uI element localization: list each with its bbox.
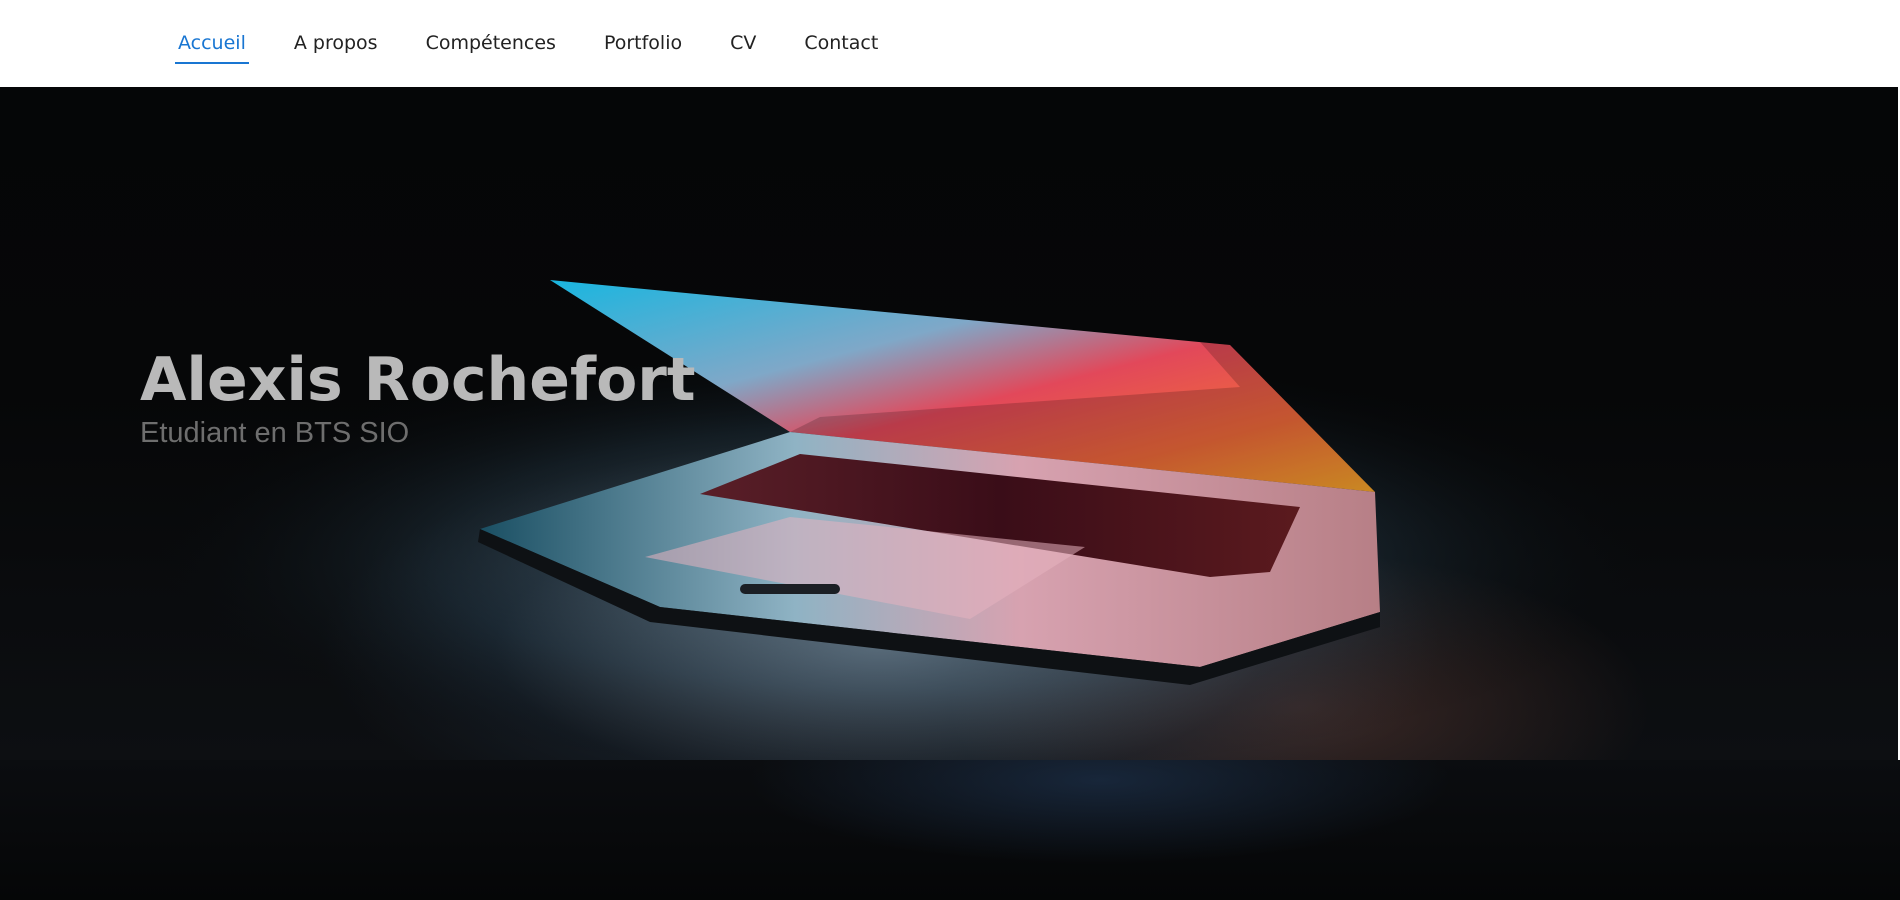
nav-link-competences[interactable]: Compétences [423, 0, 559, 87]
nav-menu: Accueil A propos Compétences Portfolio C… [175, 0, 923, 87]
nav-link-contact[interactable]: Contact [801, 0, 881, 87]
nav-link-a-propos[interactable]: A propos [291, 0, 381, 87]
nav-link-portfolio[interactable]: Portfolio [601, 0, 685, 87]
nav-link-cv[interactable]: CV [727, 0, 759, 87]
hero-text-block: Alexis Rochefort Etudiant en BTS SIO [140, 347, 696, 450]
hero-name-heading: Alexis Rochefort [140, 345, 696, 415]
nav-link-accueil[interactable]: Accueil [175, 0, 249, 87]
hero-subtitle: Etudiant en BTS SIO [140, 417, 410, 449]
top-navbar: Accueil A propos Compétences Portfolio C… [0, 0, 1900, 87]
hero-section: Alexis Rochefort Etudiant en BTS SIO [0, 87, 1898, 760]
hero-bottom-band [0, 760, 1900, 900]
